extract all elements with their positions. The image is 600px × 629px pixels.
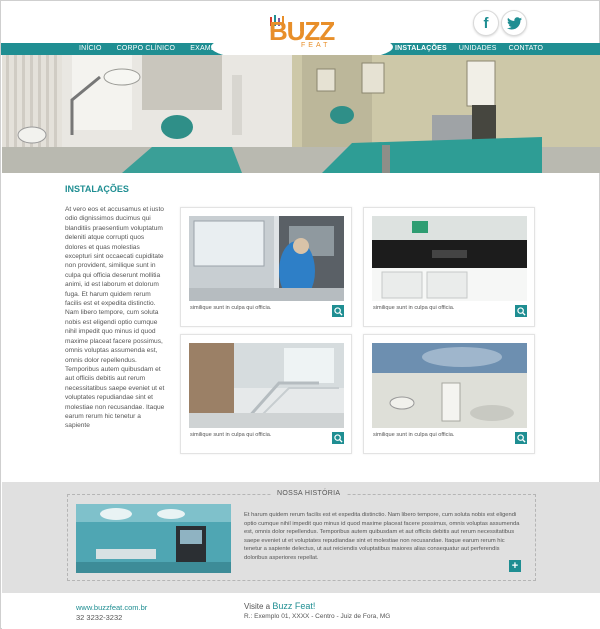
twitter-button[interactable] bbox=[501, 10, 527, 36]
nav-right: INSTALAÇÕES UNIDADES CONTATO bbox=[395, 43, 543, 55]
read-more-button[interactable]: + bbox=[509, 560, 521, 572]
gallery-photo-lab[interactable] bbox=[189, 216, 344, 301]
intro-paragraph: At vero eos et accusamus et iusto odio d… bbox=[65, 206, 165, 430]
footer-phone: 32 3232-3232 bbox=[76, 613, 123, 622]
zoom-icon bbox=[333, 306, 343, 316]
zoom-icon bbox=[516, 433, 526, 443]
zoom-button[interactable] bbox=[515, 432, 527, 444]
logo-subtext: FEAT bbox=[301, 42, 331, 49]
story-title: NOSSA HISTÓRIA bbox=[271, 490, 347, 497]
gallery-card[interactable]: similique sunt in culpa qui officia. bbox=[363, 207, 535, 327]
zoom-button[interactable] bbox=[515, 305, 527, 317]
page: BUZZ FEAT f INÍCIOCORPO CLÍNICOEXAMES IN… bbox=[0, 0, 600, 629]
twitter-icon bbox=[506, 16, 522, 29]
nav-left: INÍCIO CORPO CLÍNICO EXAMES bbox=[79, 43, 221, 55]
gallery-photo-counter[interactable] bbox=[372, 216, 527, 301]
nav-item-contato[interactable]: CONTATO bbox=[509, 43, 543, 55]
facebook-button[interactable]: f bbox=[473, 10, 499, 36]
nav-item-corpo-clínico[interactable]: CORPO CLÍNICO bbox=[117, 43, 176, 55]
zoom-icon bbox=[516, 306, 526, 316]
gallery-caption: similique sunt in culpa qui officia. bbox=[373, 432, 455, 438]
logo-text: BUZZ bbox=[269, 16, 335, 46]
logo-front[interactable]: BUZZ FEAT bbox=[269, 9, 335, 55]
footer-visit-line: Visite a Buzz Feat! bbox=[244, 601, 315, 611]
zoom-button[interactable] bbox=[332, 432, 344, 444]
gallery-caption: similique sunt in culpa qui officia. bbox=[373, 305, 455, 311]
gallery-caption: similique sunt in culpa qui officia. bbox=[190, 432, 272, 438]
facebook-icon: f bbox=[483, 14, 489, 32]
footer-website-link[interactable]: www.buzzfeat.com.br bbox=[76, 603, 147, 612]
footer-visit-prefix: Visite a bbox=[244, 602, 271, 611]
zoom-button[interactable] bbox=[332, 305, 344, 317]
footer-visit-brand[interactable]: Buzz Feat! bbox=[272, 601, 315, 611]
page-title: INSTALAÇÕES bbox=[65, 184, 129, 194]
gallery-photo-stairs[interactable] bbox=[189, 343, 344, 428]
gallery-card[interactable]: similique sunt in culpa qui officia. bbox=[363, 334, 535, 454]
story-paragraph: Et harum quidem rerum facilis est et exp… bbox=[244, 512, 520, 561]
hero-banner-photo bbox=[2, 55, 600, 173]
nav-item-unidades[interactable]: UNIDADES bbox=[459, 43, 497, 55]
gallery-card[interactable]: similique sunt in culpa qui officia. bbox=[180, 334, 352, 454]
zoom-icon bbox=[333, 433, 343, 443]
gallery-photo-dental-room[interactable] bbox=[372, 343, 527, 428]
nav-item-início[interactable]: INÍCIO bbox=[79, 43, 102, 55]
story-photo-surgery-room bbox=[76, 504, 231, 573]
gallery-card[interactable]: similique sunt in culpa qui officia. bbox=[180, 207, 352, 327]
footer-address: R.: Exemplo 01, XXXX - Centro - Juiz de … bbox=[244, 613, 391, 620]
gallery-caption: similique sunt in culpa qui officia. bbox=[190, 305, 272, 311]
nav-item-instalações[interactable]: INSTALAÇÕES bbox=[395, 43, 447, 55]
